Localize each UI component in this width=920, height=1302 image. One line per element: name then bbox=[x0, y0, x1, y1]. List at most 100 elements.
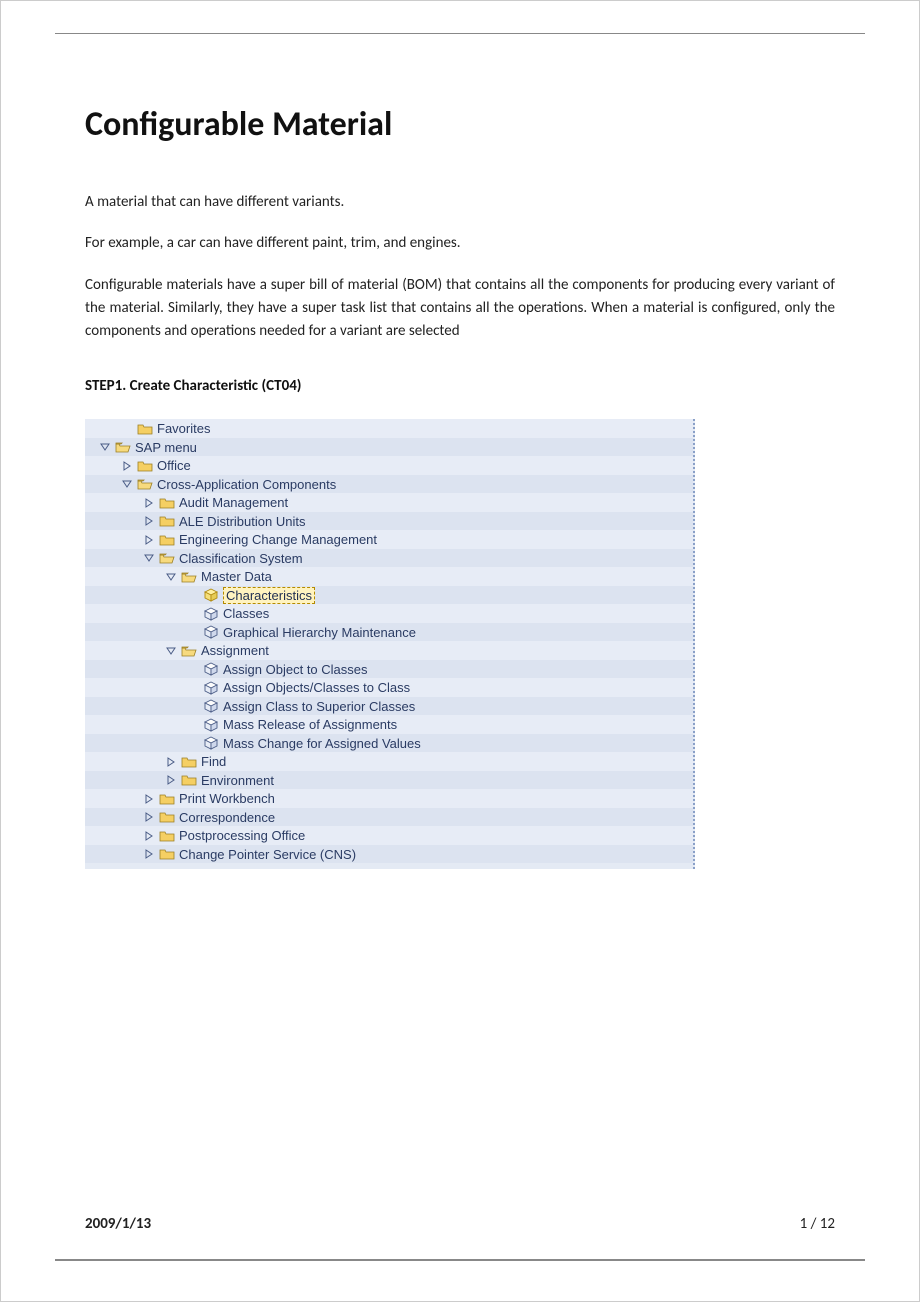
page-footer: 2009/1/13 1 / 12 bbox=[85, 1215, 835, 1233]
folder-closed-icon bbox=[159, 847, 175, 861]
tree-item-label[interactable]: Mass Release of Assignments bbox=[223, 717, 397, 732]
tree-row[interactable]: Graphical Hierarchy Maintenance bbox=[85, 623, 693, 642]
expander-right-icon[interactable] bbox=[143, 497, 155, 509]
expander-right-icon[interactable] bbox=[143, 515, 155, 527]
expander-placeholder bbox=[187, 682, 199, 694]
tree-row[interactable]: Engineering Change Management bbox=[85, 530, 693, 549]
folder-closed-icon bbox=[159, 829, 175, 843]
tree-row[interactable]: Assign Objects/Classes to Class bbox=[85, 678, 693, 697]
tree-item-label[interactable]: Office bbox=[157, 458, 191, 473]
tree-item-label[interactable]: Assignment bbox=[201, 643, 269, 658]
expander-down-icon[interactable] bbox=[99, 441, 111, 453]
folder-open-icon bbox=[137, 477, 153, 491]
expander-right-icon[interactable] bbox=[143, 848, 155, 860]
transaction-icon bbox=[203, 699, 219, 713]
folder-closed-icon bbox=[181, 773, 197, 787]
intro-paragraph: A material that can have different varia… bbox=[85, 191, 835, 214]
tree-row[interactable]: Cross-Application Components bbox=[85, 475, 693, 494]
transaction-icon bbox=[203, 718, 219, 732]
content-frame: Configurable Material A material that ca… bbox=[55, 33, 865, 1261]
tree-row[interactable]: Mass Change for Assigned Values bbox=[85, 734, 693, 753]
tree-item-label[interactable]: SAP menu bbox=[135, 440, 197, 455]
transaction-icon bbox=[203, 736, 219, 750]
expander-placeholder bbox=[187, 626, 199, 638]
tree-item-label[interactable]: Correspondence bbox=[179, 810, 275, 825]
tree-item-label[interactable]: ALE Distribution Units bbox=[179, 514, 305, 529]
tree-item-label[interactable]: Classification System bbox=[179, 551, 303, 566]
expander-right-icon[interactable] bbox=[143, 830, 155, 842]
folder-open-icon bbox=[159, 551, 175, 565]
expander-right-icon[interactable] bbox=[143, 534, 155, 546]
folder-closed-icon bbox=[159, 533, 175, 547]
expander-placeholder bbox=[187, 589, 199, 601]
tree-item-label[interactable]: Mass Change for Assigned Values bbox=[223, 736, 421, 751]
expander-placeholder bbox=[187, 719, 199, 731]
tree-row[interactable]: Postprocessing Office bbox=[85, 826, 693, 845]
folder-closed-icon bbox=[137, 422, 153, 436]
tree-item-label[interactable]: Assign Object to Classes bbox=[223, 662, 368, 677]
content-body: Configurable Material A material that ca… bbox=[85, 34, 835, 869]
tree-row[interactable]: Assign Class to Superior Classes bbox=[85, 697, 693, 716]
folder-open-icon bbox=[181, 644, 197, 658]
expander-placeholder bbox=[187, 608, 199, 620]
expander-placeholder bbox=[187, 737, 199, 749]
expander-right-icon[interactable] bbox=[165, 756, 177, 768]
tree-row[interactable]: Classes bbox=[85, 604, 693, 623]
tree-row[interactable]: Assign Object to Classes bbox=[85, 660, 693, 679]
sap-menu-tree[interactable]: Favorites SAP menu Office Cross-Application… bbox=[85, 419, 695, 869]
tree-row[interactable]: Assignment bbox=[85, 641, 693, 660]
tree-row[interactable]: Master Data bbox=[85, 567, 693, 586]
tree-row[interactable]: Correspondence bbox=[85, 808, 693, 827]
folder-closed-icon bbox=[181, 755, 197, 769]
expander-right-icon[interactable] bbox=[165, 774, 177, 786]
folder-closed-icon bbox=[159, 514, 175, 528]
expander-right-icon[interactable] bbox=[143, 793, 155, 805]
tree-row[interactable]: Mass Release of Assignments bbox=[85, 715, 693, 734]
tree-item-label[interactable]: Assign Objects/Classes to Class bbox=[223, 680, 410, 695]
tree-row[interactable]: Change Pointer Service (CNS) bbox=[85, 845, 693, 864]
folder-closed-icon bbox=[137, 459, 153, 473]
tree-item-label[interactable]: Assign Class to Superior Classes bbox=[223, 699, 415, 714]
tree-row[interactable]: ALE Distribution Units bbox=[85, 512, 693, 531]
tree-row[interactable]: Favorites bbox=[85, 419, 693, 438]
tree-row[interactable]: Environment bbox=[85, 771, 693, 790]
tree-item-label[interactable]: Audit Management bbox=[179, 495, 288, 510]
tree-row[interactable]: Office bbox=[85, 456, 693, 475]
footer-date: 2009/1/13 bbox=[85, 1215, 151, 1233]
explanation-paragraph: Configurable materials have a super bill… bbox=[85, 274, 835, 344]
footer-page-number: 1 / 12 bbox=[800, 1215, 835, 1233]
tree-row[interactable]: Find bbox=[85, 752, 693, 771]
expander-down-icon[interactable] bbox=[165, 645, 177, 657]
tree-item-label[interactable]: Postprocessing Office bbox=[179, 828, 305, 843]
expander-down-icon[interactable] bbox=[143, 552, 155, 564]
tree-item-label[interactable]: Master Data bbox=[201, 569, 272, 584]
tree-item-label[interactable]: Change Pointer Service (CNS) bbox=[179, 847, 356, 862]
expander-placeholder bbox=[187, 700, 199, 712]
tree-item-label[interactable]: Print Workbench bbox=[179, 791, 275, 806]
tree-item-label[interactable]: Favorites bbox=[157, 421, 210, 436]
expander-down-icon[interactable] bbox=[165, 571, 177, 583]
tree-row[interactable]: Print Workbench bbox=[85, 789, 693, 808]
folder-closed-icon bbox=[159, 792, 175, 806]
transaction-selected-icon bbox=[203, 588, 219, 602]
tree-row[interactable]: Characteristics bbox=[85, 586, 693, 605]
expander-down-icon[interactable] bbox=[121, 478, 133, 490]
tree-item-label[interactable]: Find bbox=[201, 754, 226, 769]
step-heading: STEP1. Create Characteristic (CT04) bbox=[85, 377, 835, 395]
tree-item-label[interactable]: Cross-Application Components bbox=[157, 477, 336, 492]
tree-item-label[interactable]: Engineering Change Management bbox=[179, 532, 377, 547]
tree-row[interactable]: SAP menu bbox=[85, 438, 693, 457]
transaction-icon bbox=[203, 625, 219, 639]
tree-item-label[interactable]: Graphical Hierarchy Maintenance bbox=[223, 625, 416, 640]
page-title: Configurable Material bbox=[85, 104, 835, 145]
tree-row[interactable]: Classification System bbox=[85, 549, 693, 568]
tree-item-label[interactable]: Characteristics bbox=[223, 587, 315, 604]
expander-right-icon[interactable] bbox=[143, 811, 155, 823]
expander-placeholder bbox=[187, 663, 199, 675]
tree-item-label[interactable]: Classes bbox=[223, 606, 269, 621]
folder-open-icon bbox=[181, 570, 197, 584]
folder-closed-icon bbox=[159, 810, 175, 824]
expander-right-icon[interactable] bbox=[121, 460, 133, 472]
tree-item-label[interactable]: Environment bbox=[201, 773, 274, 788]
tree-row[interactable]: Audit Management bbox=[85, 493, 693, 512]
